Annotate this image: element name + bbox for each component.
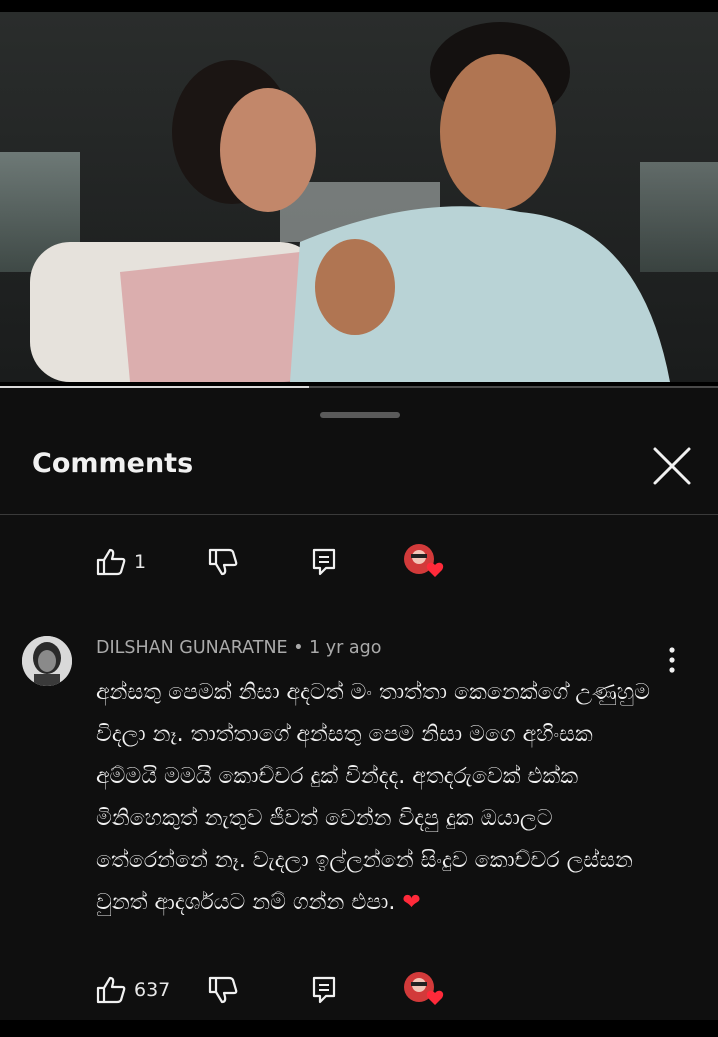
comment-meta: DILSHAN GUNARATNE • 1 yr ago: [96, 638, 381, 658]
comment-menu-button[interactable]: [658, 644, 686, 676]
creator-heart-icon: [404, 544, 444, 577]
comment-time: 1 yr ago: [309, 638, 382, 658]
creator-heart: [402, 542, 446, 582]
heart-emoji: ❤: [402, 890, 421, 915]
reply-icon: [312, 976, 336, 1004]
video-frame: [0, 12, 718, 382]
more-vert-icon: [669, 647, 675, 673]
video-player[interactable]: [0, 0, 718, 388]
thumbs-down-icon: [208, 976, 238, 1004]
meta-separator: •: [287, 638, 310, 658]
avatar[interactable]: [22, 636, 72, 686]
like-button[interactable]: 637: [96, 970, 170, 1010]
bottom-edge: [0, 1020, 718, 1037]
progress-bar[interactable]: [0, 386, 718, 388]
like-button[interactable]: 1: [96, 542, 146, 582]
avatar-image: [22, 636, 72, 686]
close-button[interactable]: [650, 444, 694, 488]
comments-sheet: Comments 1 DILSHAN GUNARATNE • 1 yr ago …: [0, 392, 718, 1037]
reply-button[interactable]: [312, 970, 336, 1010]
creator-heart-icon: [404, 972, 444, 1005]
comment-body: අන්සතු පෙමක් නිසා අදටත් මං තාත්තා කෙනෙක්…: [96, 680, 650, 915]
drag-handle[interactable]: [320, 412, 400, 418]
comment-text: අන්සතු පෙමක් නිසා අදටත් මං තාත්තා කෙනෙක්…: [96, 672, 656, 924]
thumbs-up-icon: [96, 548, 126, 576]
comment-actions: 637: [0, 970, 718, 1010]
comments-title: Comments: [32, 448, 194, 479]
dislike-button[interactable]: [208, 542, 238, 582]
thumbs-down-icon: [208, 548, 238, 576]
progress-fill: [0, 386, 309, 388]
like-count: 1: [134, 551, 147, 573]
comment-author[interactable]: DILSHAN GUNARATNE: [96, 638, 288, 658]
like-count: 637: [134, 979, 171, 1001]
close-icon: [653, 447, 691, 485]
reply-icon: [312, 548, 336, 576]
thumbs-up-icon: [96, 976, 126, 1004]
divider: [0, 514, 718, 515]
dislike-button[interactable]: [208, 970, 238, 1010]
creator-heart: [402, 970, 446, 1010]
reply-button[interactable]: [312, 542, 336, 582]
previous-comment-actions: 1: [0, 542, 718, 582]
